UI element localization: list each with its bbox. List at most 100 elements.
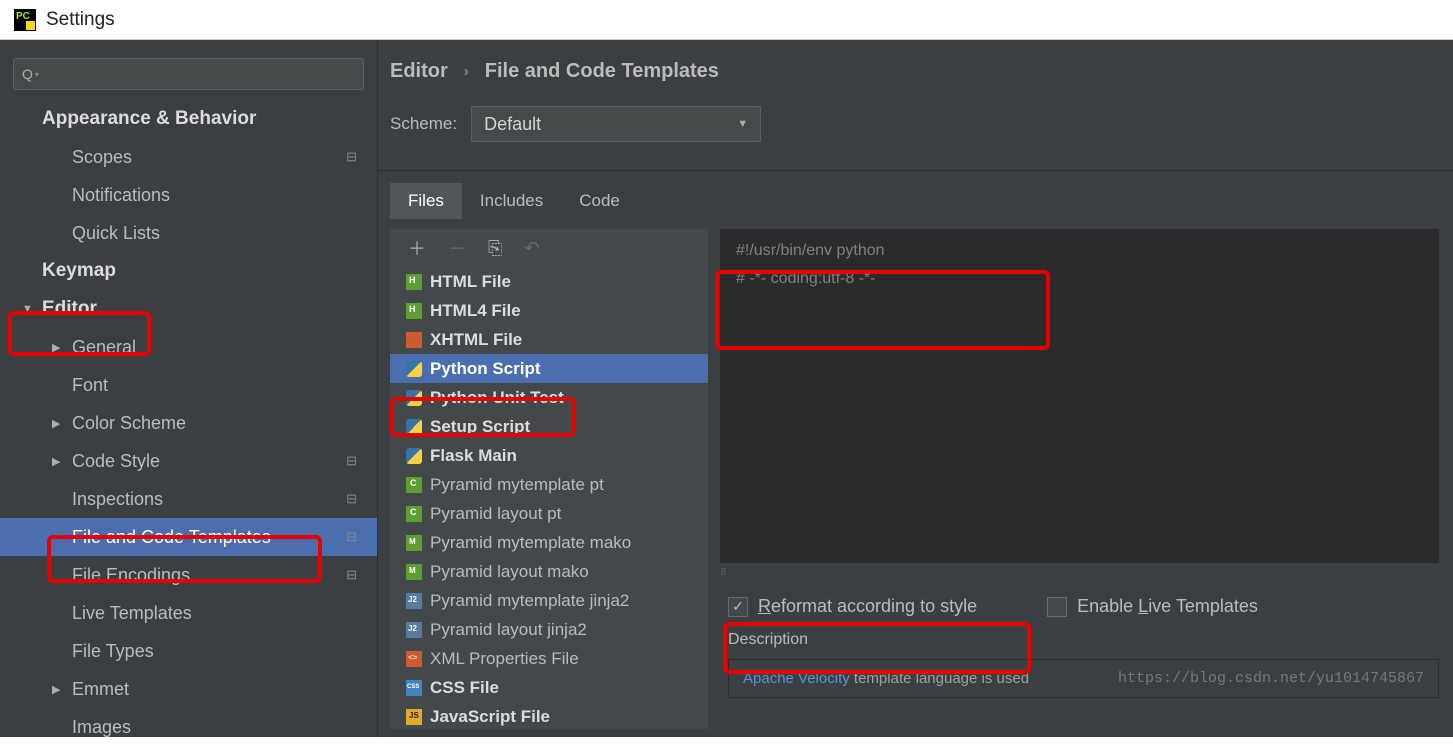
js-file-icon [406, 709, 422, 725]
template-item-pyramid-mytemplate-mako[interactable]: Pyramid mytemplate mako [390, 528, 708, 557]
settings-content: Editor › File and Code Templates Scheme:… [378, 40, 1453, 737]
sidebar-item-label: Keymap [42, 260, 116, 282]
sidebar-item-label: Font [72, 375, 108, 396]
template-panel: ＋ － ⎘ ↶ HTML FileHTML4 FileXHTML FilePyt… [390, 229, 708, 729]
project-override-icon: ⊟ [346, 529, 357, 545]
template-item-pyramid-layout-jinja2[interactable]: Pyramid layout jinja2 [390, 615, 708, 644]
template-item-flask-main[interactable]: Flask Main [390, 441, 708, 470]
description-box: Apache Velocity template language is use… [728, 659, 1439, 698]
undo-icon[interactable]: ↶ [524, 238, 539, 259]
template-item-xml-properties-file[interactable]: XML Properties File [390, 644, 708, 673]
description-label: Description [728, 631, 1439, 649]
sidebar-item-images[interactable]: Images [0, 708, 377, 746]
sidebar-item-live-templates[interactable]: Live Templates [0, 594, 377, 632]
code-line: # -*- coding:utf-8 -*- [736, 265, 1423, 293]
template-item-pyramid-layout-pt[interactable]: Pyramid layout pt [390, 499, 708, 528]
sidebar-item-label: File Encodings [72, 565, 190, 586]
live-templates-checkbox[interactable]: Enable Live Templates [1047, 596, 1258, 617]
breadcrumb-root: Editor [390, 60, 448, 83]
template-item-html4-file[interactable]: HTML4 File [390, 296, 708, 325]
j2-file-icon [406, 622, 422, 638]
sidebar-item-scopes[interactable]: Scopes⊟ [0, 138, 377, 176]
c-file-icon [406, 477, 422, 493]
copy-icon[interactable]: ⎘ [488, 238, 502, 259]
template-item-pyramid-mytemplate-jinja2[interactable]: Pyramid mytemplate jinja2 [390, 586, 708, 615]
sidebar-item-general[interactable]: ▶General [0, 328, 377, 366]
py-file-icon [406, 390, 422, 406]
tab-files[interactable]: Files [390, 183, 462, 219]
remove-icon[interactable]: － [448, 235, 466, 261]
sidebar-item-label: Emmet [72, 679, 129, 700]
css-file-icon [406, 680, 422, 696]
checkbox-icon [728, 597, 748, 617]
sidebar-item-label: Appearance & Behavior [42, 108, 256, 130]
sidebar-item-label: Code Style [72, 451, 160, 472]
template-item-html-file[interactable]: HTML File [390, 267, 708, 296]
sidebar-item-quick-lists[interactable]: Quick Lists [0, 214, 377, 252]
apache-velocity-link[interactable]: Apache Velocity [743, 670, 850, 687]
xhtml-file-icon [406, 332, 422, 348]
scheme-select[interactable]: Default ▼ [471, 106, 761, 142]
template-tabs: FilesIncludesCode [390, 183, 1453, 219]
description-section: Description Apache Velocity template lan… [728, 631, 1439, 698]
template-label: Pyramid layout jinja2 [430, 620, 587, 640]
template-editor[interactable]: #!/usr/bin/env python # -*- coding:utf-8… [720, 229, 1439, 563]
chevron-right-icon: ▶ [52, 455, 64, 468]
settings-tree: Appearance & Behavior Scopes⊟ Notification… [0, 100, 377, 746]
template-item-python-script[interactable]: Python Script [390, 354, 708, 383]
py-file-icon [406, 448, 422, 464]
m-file-icon [406, 535, 422, 551]
template-item-css-file[interactable]: CSS File [390, 673, 708, 702]
template-item-xhtml-file[interactable]: XHTML File [390, 325, 708, 354]
sidebar-item-file-encodings[interactable]: File Encodings⊟ [0, 556, 377, 594]
tab-code[interactable]: Code [561, 183, 638, 219]
sidebar-item-label: Live Templates [72, 603, 192, 624]
sidebar-item-code-style[interactable]: ▶Code Style⊟ [0, 442, 377, 480]
sidebar-item-file-types[interactable]: File Types [0, 632, 377, 670]
m-file-icon [406, 564, 422, 580]
sidebar-item-label: Images [72, 717, 131, 738]
template-toolbar: ＋ － ⎘ ↶ [390, 229, 708, 267]
tab-includes[interactable]: Includes [462, 183, 561, 219]
search-input[interactable]: Q ▾ [13, 58, 364, 90]
resize-grip-icon[interactable]: ⠿ [720, 567, 1439, 578]
template-list: HTML FileHTML4 FileXHTML FilePython Scri… [390, 267, 708, 731]
project-override-icon: ⊟ [346, 491, 357, 507]
sidebar-item-color-scheme[interactable]: ▶Color Scheme [0, 404, 377, 442]
template-item-pyramid-layout-mako[interactable]: Pyramid layout mako [390, 557, 708, 586]
sidebar-item-editor[interactable]: ▼Editor [0, 290, 377, 328]
add-icon[interactable]: ＋ [408, 235, 426, 261]
template-label: Python Unit Test [430, 388, 564, 408]
watermark: https://blog.csdn.net/yu1014745867 [1118, 670, 1424, 687]
sidebar-item-appearance-behavior[interactable]: Appearance & Behavior [0, 100, 377, 138]
scheme-row: Scheme: Default ▼ [390, 106, 1453, 142]
sidebar-item-font[interactable]: Font [0, 366, 377, 404]
sidebar-item-emmet[interactable]: ▶Emmet [0, 670, 377, 708]
sidebar-item-inspections[interactable]: Inspections⊟ [0, 480, 377, 518]
chevron-right-icon: › [464, 63, 469, 80]
editor-panel: #!/usr/bin/env python # -*- coding:utf-8… [708, 229, 1453, 729]
template-label: Pyramid layout pt [430, 504, 561, 524]
template-item-setup-script[interactable]: Setup Script [390, 412, 708, 441]
sidebar-item-file-and-code-templates[interactable]: File and Code Templates ⊟ [0, 518, 377, 556]
xml-file-icon [406, 651, 422, 667]
window-titlebar: Settings [0, 0, 1453, 40]
template-item-javascript-file[interactable]: JavaScript File [390, 702, 708, 731]
template-label: Pyramid mytemplate pt [430, 475, 604, 495]
c-file-icon [406, 506, 422, 522]
sidebar-item-label: Color Scheme [72, 413, 186, 434]
sidebar-item-keymap[interactable]: Keymap [0, 252, 377, 290]
py-file-icon [406, 361, 422, 377]
live-templates-label: Enable Live Templates [1077, 596, 1258, 617]
sidebar-item-notifications[interactable]: Notifications [0, 176, 377, 214]
sidebar-item-label: Notifications [72, 185, 170, 206]
work-area: ＋ － ⎘ ↶ HTML FileHTML4 FileXHTML FilePyt… [390, 229, 1453, 729]
template-label: Pyramid mytemplate mako [430, 533, 631, 553]
template-item-python-unit-test[interactable]: Python Unit Test [390, 383, 708, 412]
sidebar-item-label: File and Code Templates [72, 527, 271, 548]
project-override-icon: ⊟ [346, 149, 357, 165]
reformat-checkbox[interactable]: Reformat according to style [728, 596, 977, 617]
template-item-pyramid-mytemplate-pt[interactable]: Pyramid mytemplate pt [390, 470, 708, 499]
sidebar-item-label: File Types [72, 641, 154, 662]
reformat-label: Reformat according to style [758, 596, 977, 617]
